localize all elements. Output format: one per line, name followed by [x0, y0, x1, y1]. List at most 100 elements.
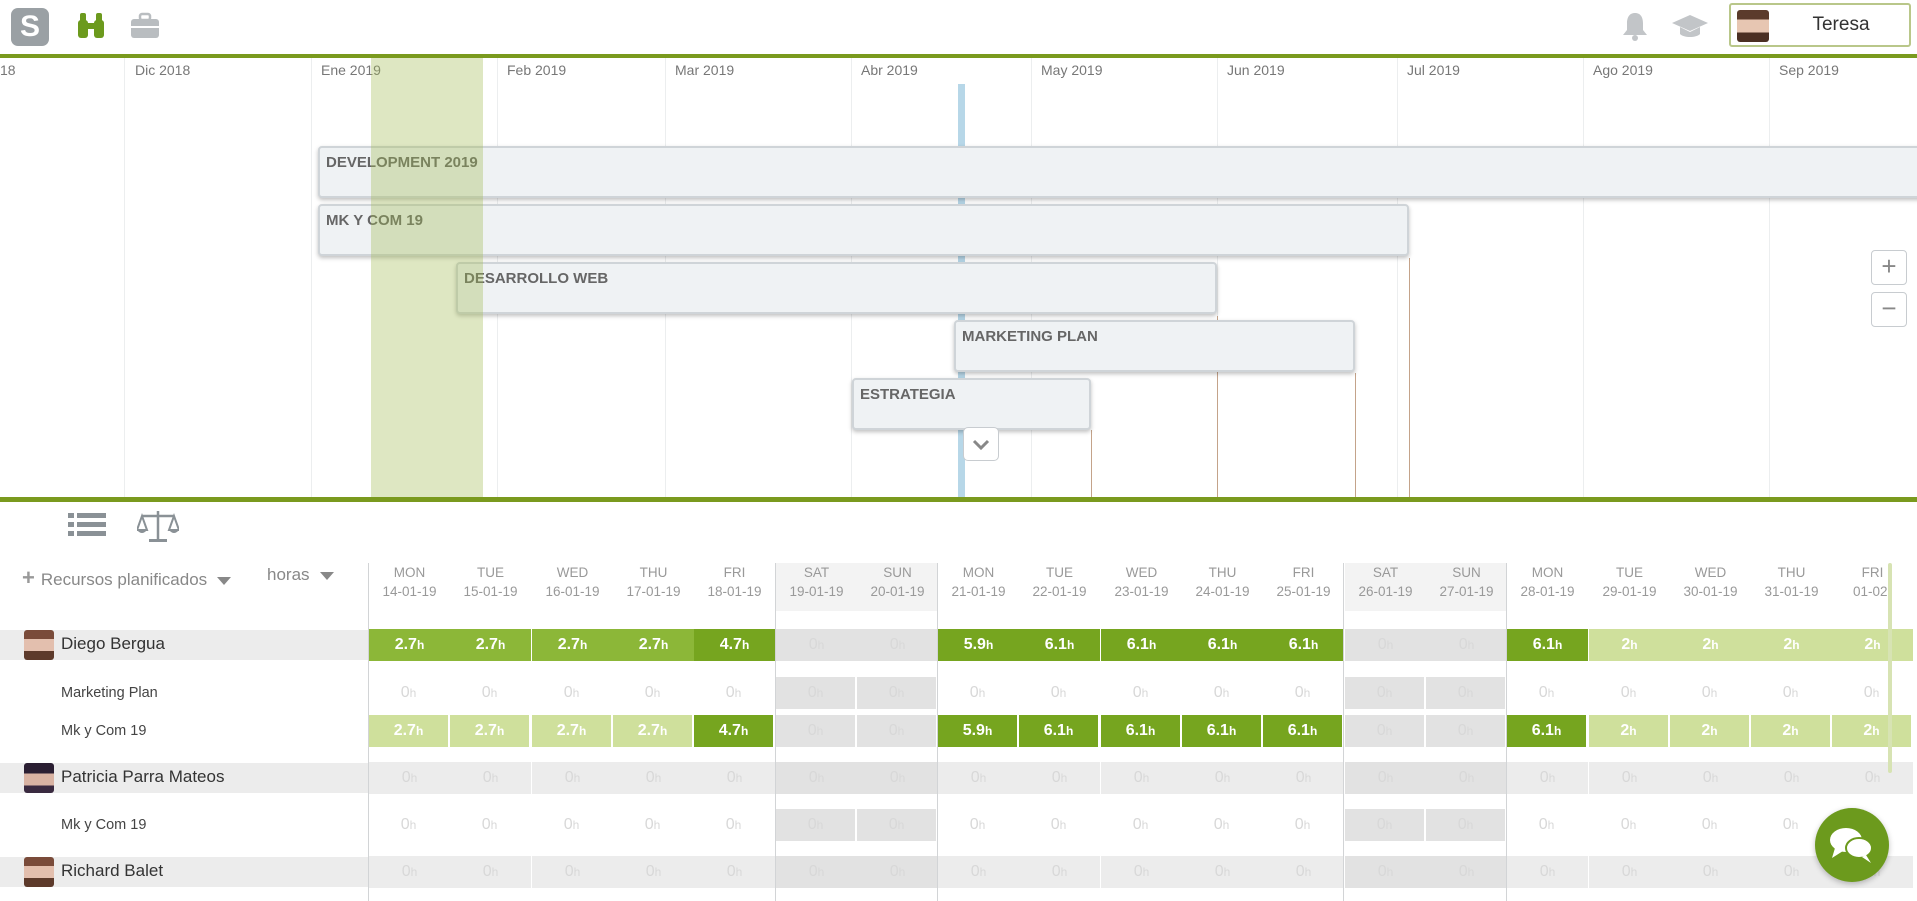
hours-cell[interactable]: 6.1h — [1182, 629, 1263, 661]
hours-cell[interactable]: 0h — [694, 856, 775, 888]
hours-cell[interactable]: 0h — [1507, 856, 1588, 888]
hours-cell[interactable]: 0h — [857, 762, 938, 794]
hours-cell[interactable]: 0h — [369, 677, 450, 709]
hours-cell[interactable]: 0h — [1426, 677, 1507, 709]
hours-cell[interactable]: 0h — [938, 762, 1019, 794]
hours-cell[interactable]: 2h — [1751, 629, 1832, 661]
hours-cell[interactable]: 2.7h — [450, 715, 531, 747]
hours-cell[interactable]: 5.9h — [938, 715, 1019, 747]
hours-cell[interactable]: 2.7h — [450, 629, 531, 661]
hours-cell[interactable]: 0h — [694, 809, 775, 841]
hours-cell[interactable]: 0h — [1507, 762, 1588, 794]
hours-cell[interactable]: 0h — [776, 856, 857, 888]
hours-cell[interactable]: 2h — [1670, 629, 1751, 661]
binoculars-icon[interactable] — [75, 10, 107, 42]
hours-cell[interactable]: 0h — [532, 856, 613, 888]
hours-cell[interactable]: 0h — [1426, 629, 1507, 661]
hours-cell[interactable]: 0h — [1426, 809, 1507, 841]
project-timeline[interactable]: 18 Dic 2018 Ene 2019 Feb 2019 Mar 2019 A… — [0, 58, 1917, 497]
briefcase-icon[interactable] — [129, 10, 161, 42]
zoom-in-button[interactable]: + — [1871, 250, 1907, 285]
hours-cell[interactable]: 0h — [1182, 856, 1263, 888]
hours-cell[interactable]: 0h — [938, 677, 1019, 709]
hours-cell[interactable]: 6.1h — [1101, 629, 1182, 661]
hours-cell[interactable]: 0h — [857, 677, 938, 709]
hours-cell[interactable]: 0h — [450, 809, 531, 841]
project-bar[interactable]: ESTRATEGIA — [852, 378, 1091, 430]
hours-cell[interactable]: 2.7h — [369, 629, 450, 661]
resource-row-label[interactable]: Richard Balet — [0, 857, 368, 887]
hours-cell[interactable]: 0h — [1507, 677, 1588, 709]
hours-cell[interactable]: 4.7h — [694, 629, 775, 661]
resources-dropdown[interactable]: + Recursos planificados — [22, 565, 232, 591]
hours-cell[interactable]: 0h — [1345, 629, 1426, 661]
hours-cell[interactable]: 0h — [776, 762, 857, 794]
hours-cell[interactable]: 6.1h — [1507, 715, 1588, 747]
hours-cell[interactable]: 0h — [857, 809, 938, 841]
unit-dropdown[interactable]: horas — [267, 565, 334, 585]
hours-cell[interactable]: 0h — [1182, 677, 1263, 709]
hours-cell[interactable]: 0h — [1182, 762, 1263, 794]
hours-cell[interactable]: 0h — [1263, 856, 1344, 888]
hours-cell[interactable]: 0h — [1589, 677, 1670, 709]
hours-cell[interactable]: 0h — [1101, 809, 1182, 841]
vertical-scrollbar[interactable] — [1888, 563, 1892, 773]
resource-row-label[interactable]: Patricia Parra Mateos — [0, 763, 368, 793]
hours-cell[interactable]: 0h — [776, 629, 857, 661]
hours-cell[interactable]: 0h — [1101, 856, 1182, 888]
hours-cell[interactable]: 2h — [1751, 715, 1832, 747]
hours-cell[interactable]: 0h — [1832, 762, 1913, 794]
expand-timeline-button[interactable] — [963, 427, 999, 461]
hours-cell[interactable]: 0h — [1263, 809, 1344, 841]
app-logo[interactable]: S — [11, 8, 49, 46]
hours-cell[interactable]: 0h — [1345, 715, 1426, 747]
project-row-label[interactable]: Mk y Com 19 — [0, 810, 368, 840]
panel-divider[interactable] — [0, 497, 1917, 502]
hours-cell[interactable]: 0h — [857, 629, 938, 661]
hours-cell[interactable]: 0h — [1589, 762, 1670, 794]
hours-cell[interactable]: 2.7h — [369, 715, 450, 747]
hours-cell[interactable]: 0h — [1019, 856, 1100, 888]
bell-icon[interactable] — [1619, 10, 1651, 42]
hours-cell[interactable]: 0h — [450, 856, 531, 888]
hours-cell[interactable]: 0h — [613, 809, 694, 841]
hours-cell[interactable]: 0h — [1832, 677, 1913, 709]
hours-cell[interactable]: 0h — [1101, 677, 1182, 709]
balance-scale-icon[interactable] — [137, 508, 179, 544]
hours-cell[interactable]: 0h — [1751, 677, 1832, 709]
zoom-out-button[interactable]: − — [1871, 292, 1907, 327]
hours-cell[interactable]: 6.1h — [1263, 715, 1344, 747]
hours-cell[interactable]: 0h — [369, 809, 450, 841]
hours-cell[interactable]: 0h — [938, 809, 1019, 841]
hours-cell[interactable]: 4.7h — [694, 715, 775, 747]
hours-cell[interactable]: 0h — [776, 677, 857, 709]
hours-cell[interactable]: 0h — [1345, 677, 1426, 709]
hours-cell[interactable]: 0h — [857, 715, 938, 747]
hours-cell[interactable]: 0h — [1345, 809, 1426, 841]
hours-cell[interactable]: 6.1h — [1182, 715, 1263, 747]
hours-cell[interactable]: 2.7h — [613, 715, 694, 747]
hours-cell[interactable]: 6.1h — [1263, 629, 1344, 661]
hours-cell[interactable]: 2.7h — [532, 629, 613, 661]
hours-cell[interactable]: 2h — [1832, 629, 1913, 661]
hours-cell[interactable]: 5.9h — [938, 629, 1019, 661]
hours-cell[interactable]: 6.1h — [1507, 629, 1588, 661]
hours-cell[interactable]: 6.1h — [1019, 715, 1100, 747]
hours-cell[interactable]: 0h — [1426, 856, 1507, 888]
chat-button[interactable] — [1815, 808, 1889, 882]
hours-cell[interactable]: 0h — [1182, 809, 1263, 841]
hours-cell[interactable]: 0h — [857, 856, 938, 888]
graduation-cap-icon[interactable] — [1671, 10, 1709, 42]
hours-cell[interactable]: 0h — [1670, 809, 1751, 841]
hours-cell[interactable]: 0h — [1263, 762, 1344, 794]
hours-cell[interactable]: 0h — [1670, 677, 1751, 709]
hours-cell[interactable]: 0h — [1670, 762, 1751, 794]
project-bar[interactable]: MARKETING PLAN — [954, 320, 1355, 372]
hours-cell[interactable]: 0h — [1263, 677, 1344, 709]
hours-cell[interactable]: 0h — [694, 677, 775, 709]
hours-cell[interactable]: 2.7h — [613, 629, 694, 661]
hours-cell[interactable]: 0h — [776, 809, 857, 841]
hours-cell[interactable]: 0h — [369, 856, 450, 888]
hours-cell[interactable]: 0h — [938, 856, 1019, 888]
hours-cell[interactable]: 0h — [450, 762, 531, 794]
